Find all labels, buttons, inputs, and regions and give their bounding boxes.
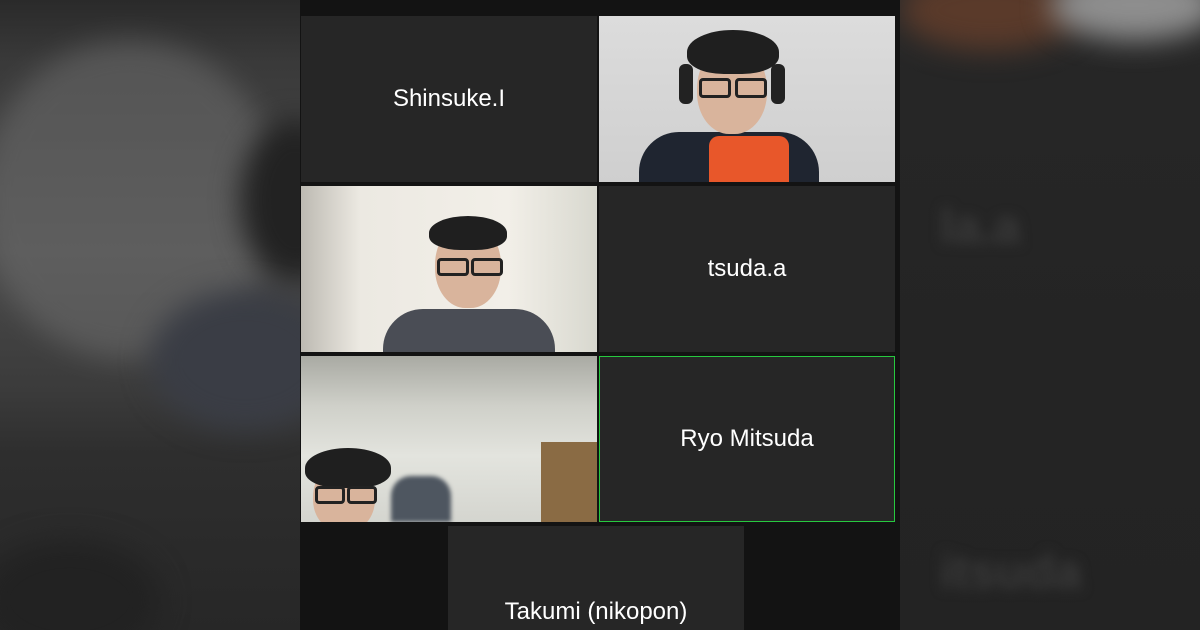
- blurred-name-2: itsuda: [940, 546, 1082, 599]
- participant-video-person: [639, 24, 859, 182]
- participant-video-person: [379, 214, 559, 352]
- participant-tile-ryo-active-speaker[interactable]: Ryo Mitsuda: [599, 356, 895, 522]
- blurred-background-left: [0, 0, 300, 630]
- participant-name: Takumi (nikopon): [504, 598, 688, 625]
- participant-tile-video-1[interactable]: [599, 16, 895, 182]
- video-feed: [301, 356, 597, 522]
- blurred-background-right: la.a itsuda: [900, 0, 1200, 630]
- participant-name: Shinsuke.I: [392, 85, 506, 112]
- participant-tile-video-2[interactable]: [301, 186, 597, 352]
- video-feed: [301, 186, 597, 352]
- participant-video-person: [301, 448, 401, 522]
- video-feed: [599, 16, 895, 182]
- video-gallery: Shinsuke.I tsuda.a Ryo Mitsuda Takumi (n…: [300, 0, 900, 630]
- blurred-name-1: la.a: [940, 201, 1021, 254]
- blurred-head-bottom: [0, 540, 160, 630]
- headphone-icon: [679, 64, 693, 104]
- participant-name: tsuda.a: [707, 255, 787, 282]
- blurred-wall-top: [1050, 0, 1200, 40]
- participant-name: Ryo Mitsuda: [680, 425, 814, 452]
- participant-tile-tsuda[interactable]: tsuda.a: [599, 186, 895, 352]
- door: [541, 442, 597, 522]
- participant-tile-takumi[interactable]: Takumi (nikopon): [448, 526, 744, 630]
- participant-tile-video-3[interactable]: [301, 356, 597, 522]
- participant-tile-shinsuke[interactable]: Shinsuke.I: [301, 16, 597, 182]
